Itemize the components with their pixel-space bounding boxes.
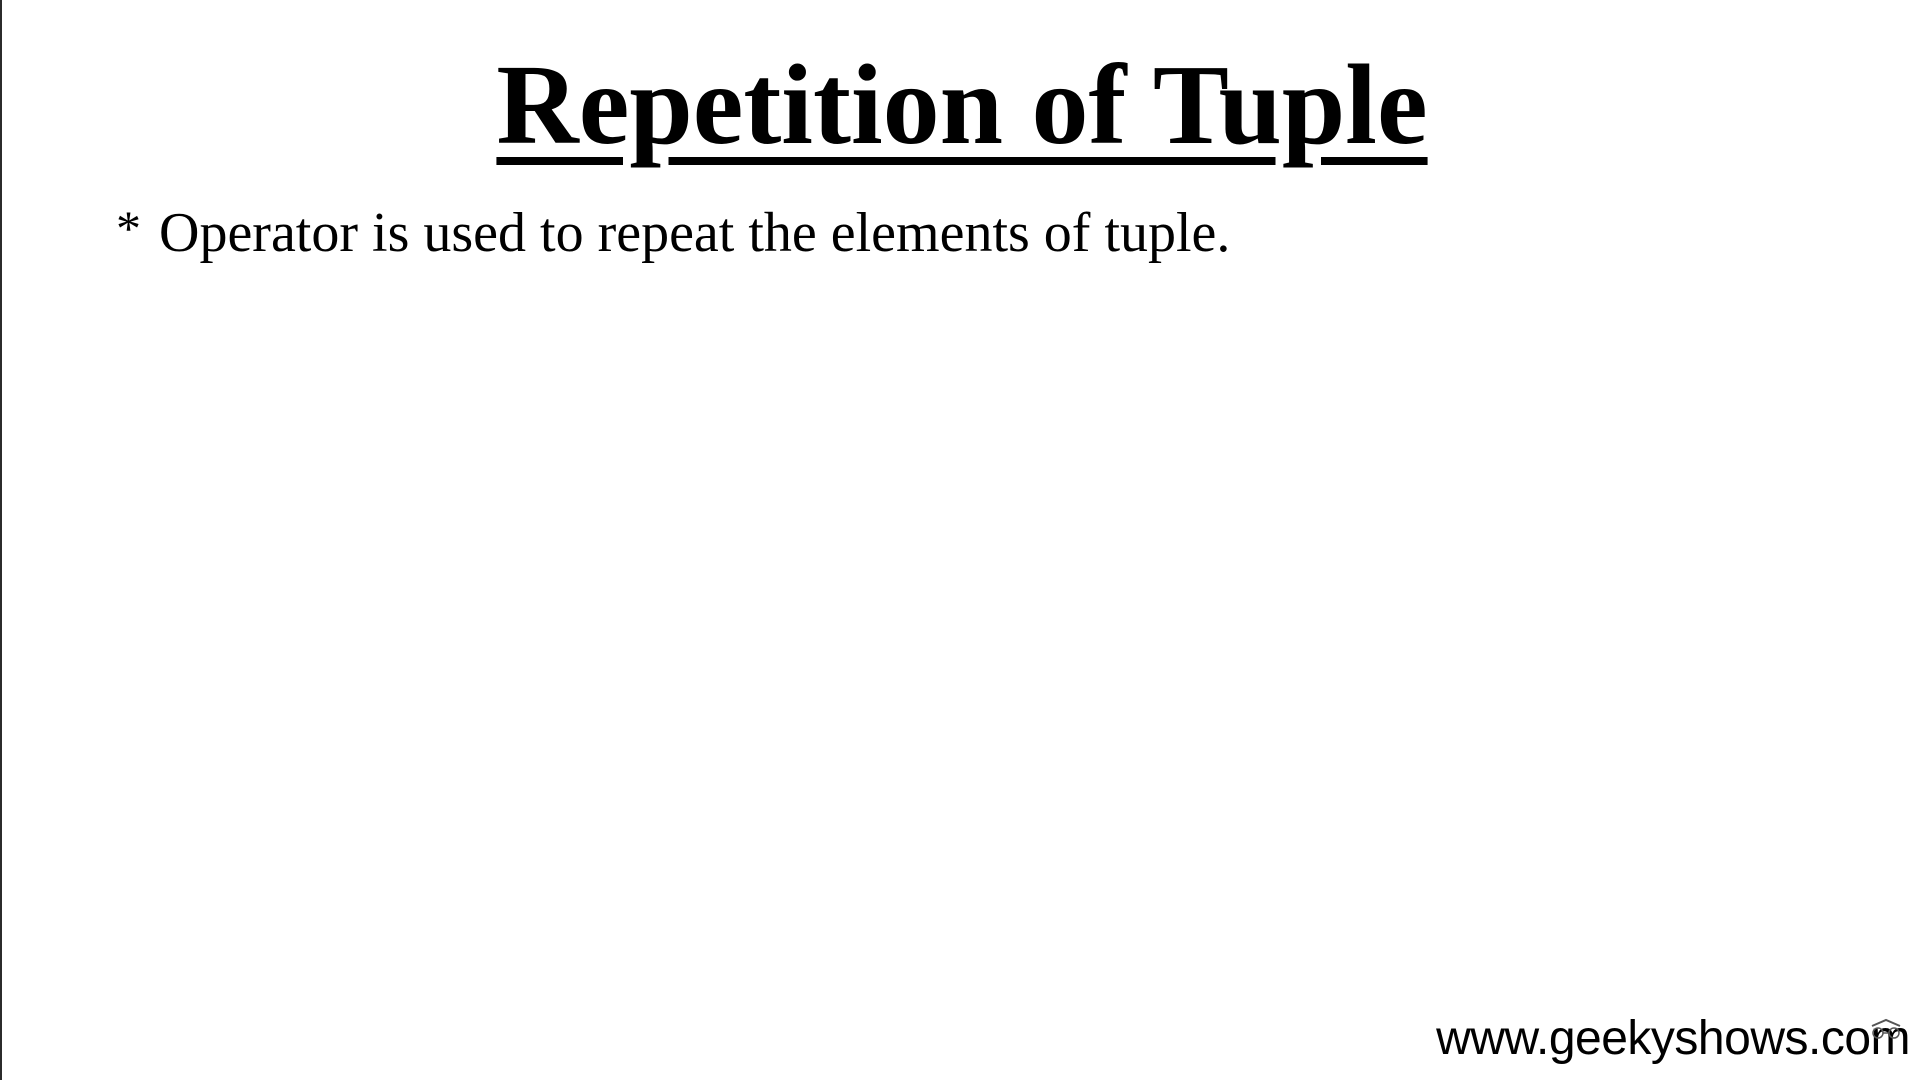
- bullet-item: * Operator is used to repeat the elements…: [116, 200, 1230, 267]
- slide-title-text: Repetition of Tuple: [496, 41, 1428, 168]
- slide-title: Repetition of Tuple: [2, 42, 1920, 167]
- presentation-slide: Repetition of Tuple * Operator is used to…: [0, 0, 1920, 1080]
- website-watermark: www.geekyshows.com: [1436, 1012, 1910, 1065]
- bullet-text: Operator is used to repeat the elements …: [159, 202, 1231, 264]
- bullet-marker: *: [116, 200, 141, 256]
- player-overlay-icon[interactable]: [1866, 1016, 1906, 1040]
